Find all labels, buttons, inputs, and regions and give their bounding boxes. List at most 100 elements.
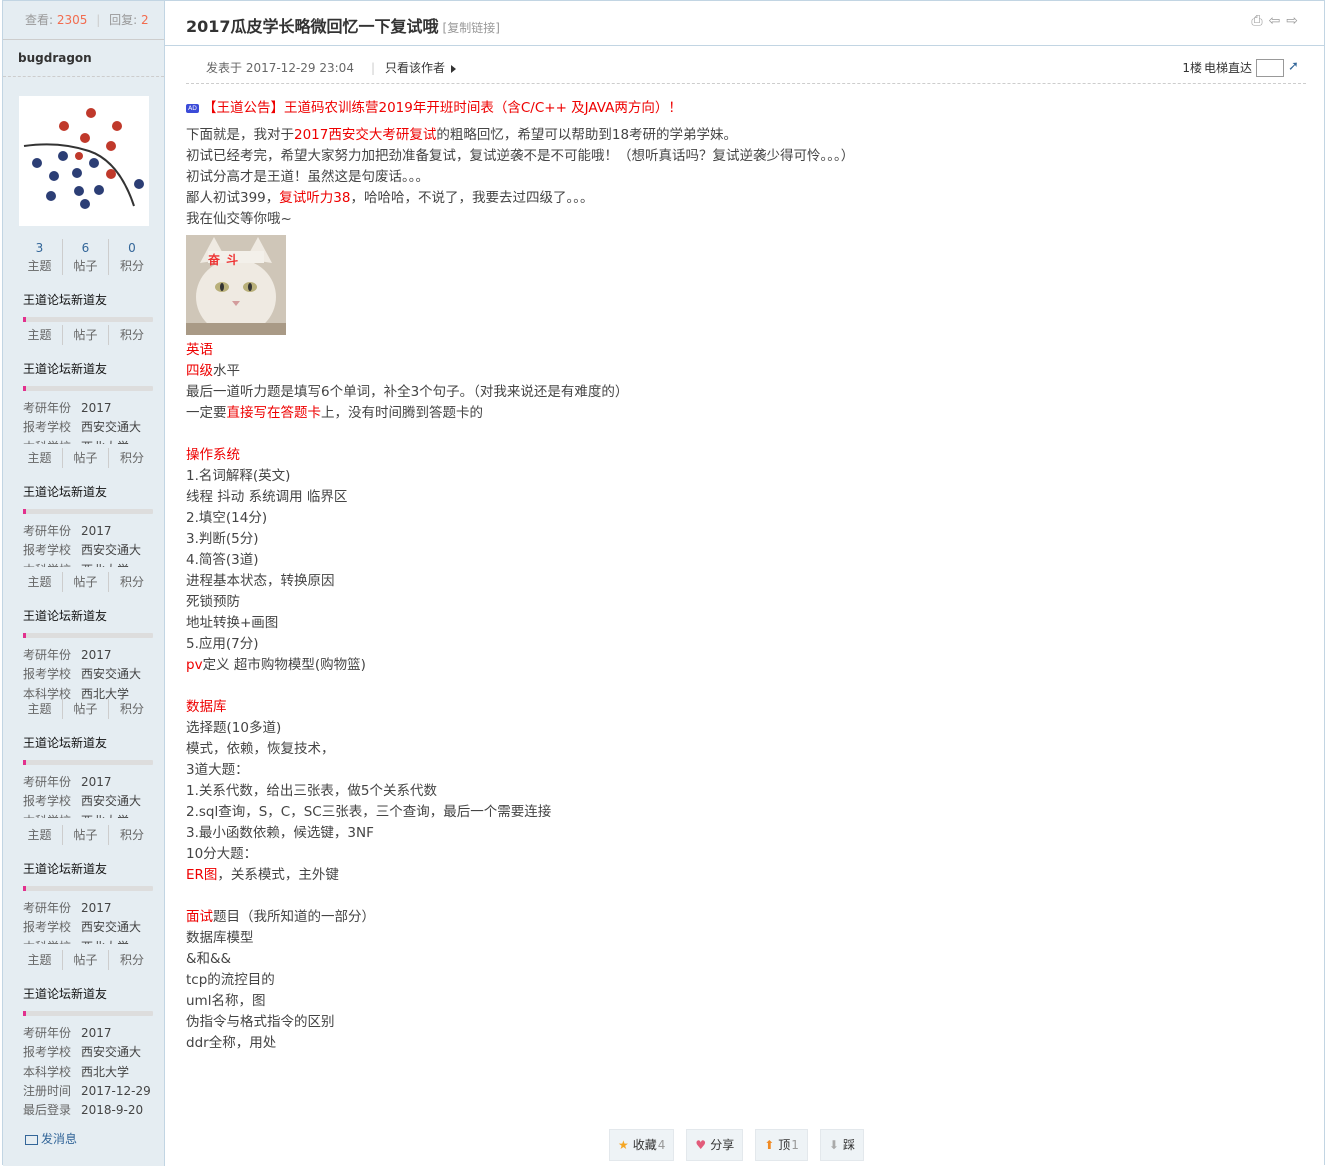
posts-label: 帖子 bbox=[63, 950, 109, 970]
author-counts-mini: 主题 帖子 积分 bbox=[17, 699, 157, 719]
upvote-button[interactable]: ⬆ 顶1 bbox=[755, 1129, 808, 1161]
post-date: 发表于 2017-12-29 23:04 bbox=[206, 61, 354, 75]
replies-count: 2 bbox=[141, 13, 149, 27]
user-rank[interactable]: 王道论坛新道友 bbox=[23, 360, 158, 378]
thread-title: 2017瓜皮学长略微回忆一下复试哦 [复制链接] bbox=[186, 17, 500, 36]
author-name[interactable]: bugdragon bbox=[3, 40, 164, 77]
post-line: 最后一道听力题是填写6个单词，补全3个句子。（对我来说还是有难度的） bbox=[186, 384, 629, 400]
user-rank[interactable]: 王道论坛新道友 bbox=[23, 860, 158, 878]
post-line: uml名称，图 bbox=[186, 993, 266, 1009]
copy-link-button[interactable]: [复制链接] bbox=[443, 21, 500, 35]
avatar[interactable] bbox=[19, 96, 149, 226]
section-heading: 英语 bbox=[186, 342, 213, 358]
envelope-icon bbox=[25, 1134, 38, 1145]
rank-block: 王道论坛新道友 考研年份2017 报考学校西安交通大 本科学校西北大学 bbox=[23, 607, 158, 704]
post-line: 5.应用(7分) bbox=[186, 636, 259, 652]
favorite-button[interactable]: ★ 收藏4 bbox=[609, 1129, 675, 1161]
threads-label: 主题 bbox=[17, 325, 63, 345]
rank-block: 王道论坛新道友 考研年份2017 报考学校西安交通大 本科学校西北大学 bbox=[23, 734, 158, 818]
go-icon[interactable]: ➚ bbox=[1288, 59, 1304, 75]
rank-block: 王道论坛新道友 考研年份 2017 报考学校 西安交通大 本科学校 西北大学 注册时间… bbox=[23, 985, 158, 1120]
threads-label: 主题 bbox=[17, 448, 63, 468]
post-line: 初试已经考完，希望大家努力加把劲准备复试，复试逆袭不是不可能哦！（想听真话吗？复… bbox=[186, 148, 855, 164]
floor-jump-input[interactable] bbox=[1256, 59, 1284, 77]
threads-label: 主题 bbox=[17, 950, 63, 970]
post-meta: 发表于 2017-12-29 23:04 只看该作者 1楼 电梯直达 ➚ bbox=[186, 53, 1306, 84]
posts-count[interactable]: 6 帖子 bbox=[63, 239, 109, 275]
user-rank[interactable]: 王道论坛新道友 bbox=[23, 607, 158, 625]
cat-caption: 奋 斗 bbox=[208, 253, 240, 267]
floor-number[interactable]: 1楼 bbox=[1182, 53, 1202, 83]
user-rank[interactable]: 王道论坛新道友 bbox=[23, 985, 158, 1003]
views-label: 查看: bbox=[25, 13, 54, 27]
print-icon[interactable]: ⎙ bbox=[1251, 13, 1268, 29]
post-line: 选择题(10多道) bbox=[186, 720, 282, 736]
rank-progress bbox=[23, 886, 153, 891]
author-counts-mini: 主题 帖子 积分 bbox=[17, 448, 157, 468]
ad-link[interactable]: AD 【王道公告】王道码农训练营2019年开班时间表（含C/C++ 及JAVA两方… bbox=[186, 98, 1306, 119]
post-line: 2.填空(14分) bbox=[186, 510, 268, 526]
post-line: 死锁预防 bbox=[186, 594, 240, 610]
rank-progress bbox=[23, 317, 153, 322]
section-heading: 操作系统 bbox=[186, 447, 240, 463]
points-label: 积分 bbox=[119, 953, 144, 967]
post-line: 模式，依赖，恢复技术， bbox=[186, 741, 335, 757]
thread-stats: 查看: 2305 | 回复: 2 bbox=[3, 1, 164, 40]
highlight-text: 复试听力38 bbox=[279, 190, 351, 206]
send-message-link[interactable]: 发消息 bbox=[25, 1130, 77, 1147]
post-line: 1.名词解释(英文) bbox=[186, 468, 291, 484]
post-line: 3.判断(5分) bbox=[186, 531, 259, 547]
points-label: 积分 bbox=[119, 451, 144, 465]
author-counts-mini: 主题 帖子 积分 bbox=[17, 572, 157, 592]
next-thread-icon[interactable]: ⇨ bbox=[1286, 13, 1304, 29]
replies-label: 回复: bbox=[109, 13, 138, 27]
user-rank[interactable]: 王道论坛新道友 bbox=[23, 483, 158, 501]
post-line: 初试分高才是王道！虽然这是句废话。。。 bbox=[186, 169, 429, 185]
post-line: 我在仙交等你哦~ bbox=[186, 211, 292, 227]
author-sidebar: 查看: 2305 | 回复: 2 bugdragon 3 主题 6 帖子 0 积… bbox=[3, 1, 165, 1166]
posts-label: 帖子 bbox=[63, 448, 109, 468]
rank-progress bbox=[23, 1011, 153, 1016]
post-line: 数据库模型 bbox=[186, 930, 254, 946]
rank-progress bbox=[23, 633, 153, 638]
user-rank[interactable]: 王道论坛新道友 bbox=[23, 734, 158, 752]
posts-label: 帖子 bbox=[63, 325, 109, 345]
post-line: 地址转换+画图 bbox=[186, 615, 279, 631]
rank-progress bbox=[23, 509, 153, 514]
post-line: 4.简答(3道) bbox=[186, 552, 259, 568]
rank-block: 王道论坛新道友 考研年份2017 报考学校西安交通大 本科学校西北大学 bbox=[23, 360, 158, 444]
downvote-button[interactable]: ⬇ 踩 bbox=[819, 1129, 864, 1161]
points-label: 积分 bbox=[119, 828, 144, 842]
post-line: 进程基本状态，转换原因 bbox=[186, 573, 335, 589]
user-rank[interactable]: 王道论坛新道友 bbox=[23, 291, 158, 309]
posts-label: 帖子 bbox=[63, 699, 109, 719]
share-button[interactable]: ♥ 分享 bbox=[686, 1129, 744, 1161]
heart-icon: ♥ bbox=[695, 1138, 707, 1152]
section-heading: 数据库 bbox=[186, 699, 227, 715]
views-count: 2305 bbox=[56, 13, 88, 27]
author-counts-mini: 主题 帖子 积分 bbox=[17, 950, 157, 970]
post-main: 2017瓜皮学长略微回忆一下复试哦 [复制链接] ⎙⇦⇨ 发表于 2017-12-… bbox=[165, 1, 1324, 1166]
rank-progress bbox=[23, 760, 153, 765]
only-author-link[interactable]: 只看该作者 bbox=[371, 53, 457, 83]
prev-thread-icon[interactable]: ⇦ bbox=[1269, 13, 1287, 29]
post-line: 1.关系代数，给出三张表，做5个关系代数 bbox=[186, 783, 437, 799]
points-count[interactable]: 0 积分 bbox=[109, 239, 155, 275]
author-profile-info: 考研年份 2017 报考学校 西安交通大 本科学校 西北大学 注册时间 2017-12-… bbox=[23, 1026, 151, 1118]
post-line: ddr全称，用处 bbox=[186, 1035, 277, 1051]
arrow-up-icon: ⬆ bbox=[764, 1138, 775, 1152]
post-line: &和&& bbox=[186, 951, 232, 967]
author-counts: 3 主题 6 帖子 0 积分 bbox=[17, 239, 157, 275]
threads-label: 主题 bbox=[17, 825, 63, 845]
threads-label: 主题 bbox=[17, 572, 63, 592]
ad-icon: AD bbox=[186, 103, 199, 113]
cat-image[interactable]: 奋 斗 bbox=[186, 235, 286, 335]
threads-count[interactable]: 3 主题 bbox=[17, 239, 63, 275]
posts-label: 帖子 bbox=[63, 825, 109, 845]
post-line: 3道大题： bbox=[186, 762, 249, 778]
rank-block: 王道论坛新道友 考研年份2017 报考学校西安交通大 本科学校西北大学 bbox=[23, 483, 158, 567]
post-line: tcp的流控目的 bbox=[186, 972, 275, 988]
threads-label: 主题 bbox=[17, 699, 63, 719]
post-line: 3.最小函数依赖，候选键，3NF bbox=[186, 825, 374, 841]
posts-label: 帖子 bbox=[63, 572, 109, 592]
